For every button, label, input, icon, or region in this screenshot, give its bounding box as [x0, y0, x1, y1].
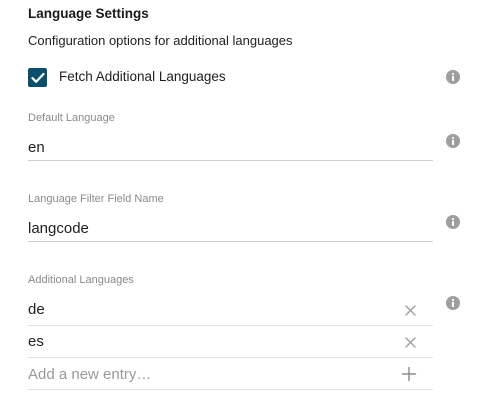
fetch-additional-languages-label[interactable]: Fetch Additional Languages — [59, 69, 226, 85]
new-entry-input[interactable] — [28, 363, 368, 385]
section-title: Language Settings — [28, 6, 149, 21]
plus-icon[interactable] — [401, 366, 417, 382]
list-item: de — [28, 294, 433, 326]
language-filter-field-input[interactable] — [28, 216, 433, 242]
info-icon[interactable] — [446, 70, 460, 84]
section-description: Configuration options for additional lan… — [28, 33, 293, 48]
fetch-additional-languages-checkbox[interactable] — [28, 68, 47, 87]
close-icon[interactable] — [404, 336, 417, 349]
info-icon[interactable] — [446, 134, 460, 148]
new-entry-row — [28, 358, 433, 390]
check-icon — [30, 72, 45, 83]
info-icon[interactable] — [446, 296, 460, 310]
info-icon[interactable] — [446, 215, 460, 229]
default-language-input[interactable] — [28, 135, 433, 161]
list-item: es — [28, 326, 433, 358]
default-language-label: Default Language — [28, 112, 115, 124]
language-filter-field-label: Language Filter Field Name — [28, 193, 164, 205]
language-entry-value: es — [28, 333, 44, 350]
language-entry-value: de — [28, 301, 45, 318]
close-icon[interactable] — [404, 304, 417, 317]
additional-languages-label: Additional Languages — [28, 274, 134, 286]
